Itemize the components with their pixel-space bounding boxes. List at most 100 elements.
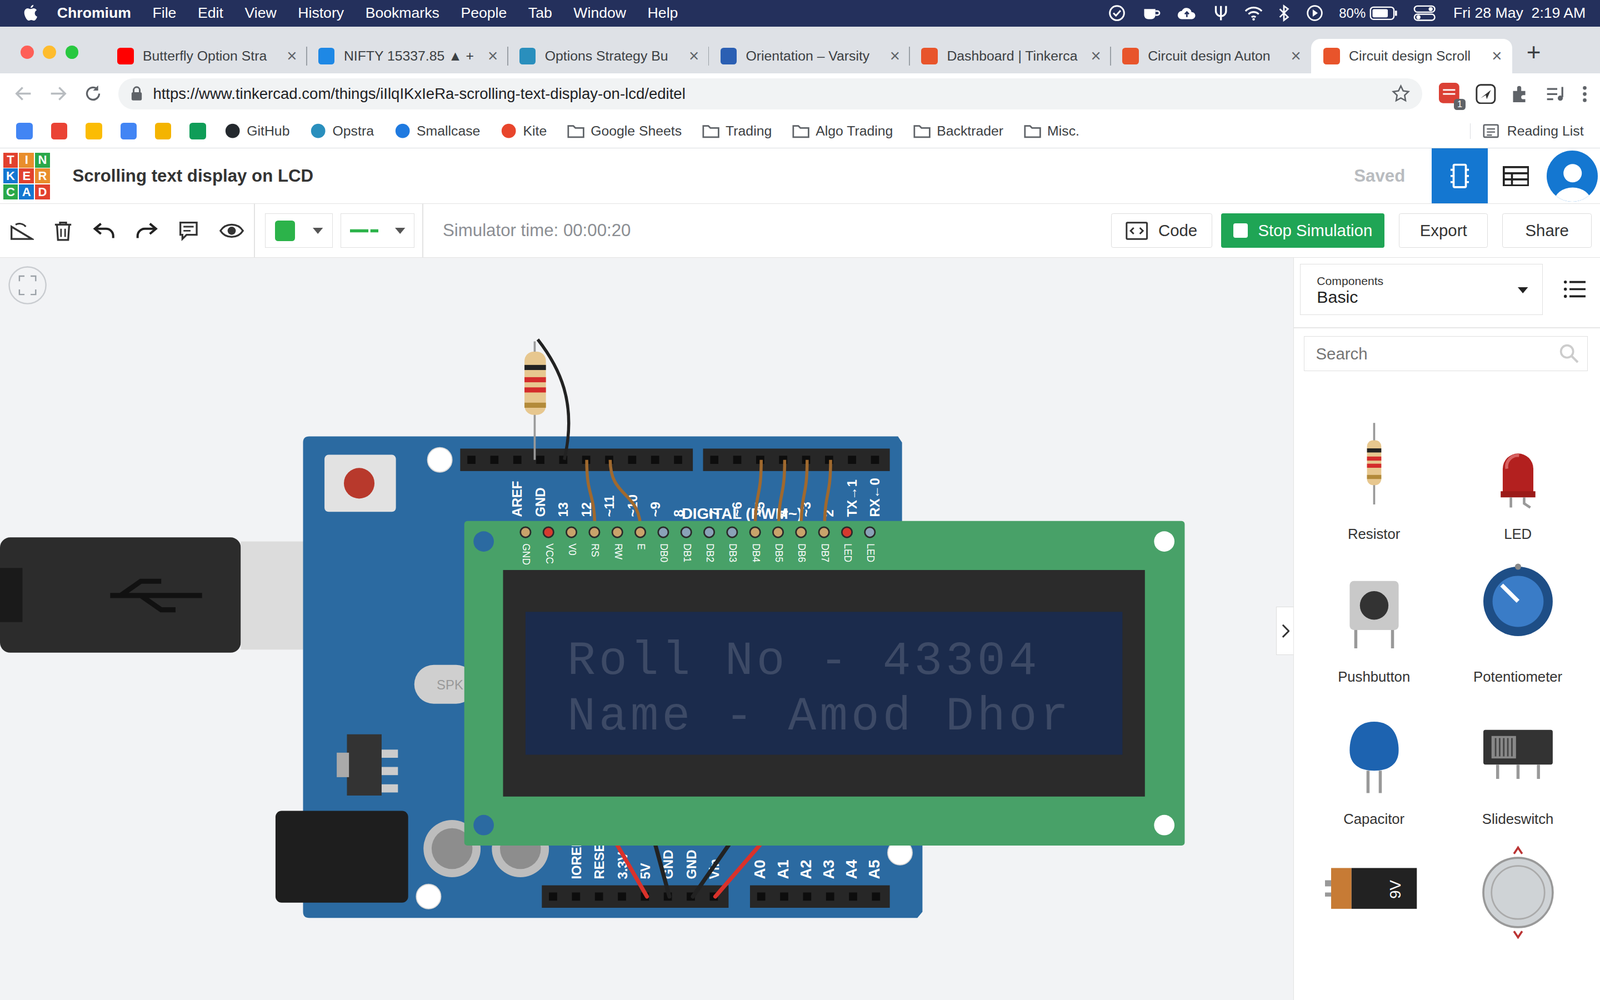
fork-icon[interactable]	[1212, 3, 1229, 23]
app-shortcut-icon[interactable]	[51, 122, 68, 139]
search-box[interactable]	[1303, 336, 1588, 371]
bookmark[interactable]: GitHub	[224, 122, 290, 139]
check-icon[interactable]	[1107, 3, 1127, 23]
bookmark[interactable]: Trading	[702, 123, 772, 139]
app-menu[interactable]: Chromium	[57, 4, 132, 22]
reset-button[interactable]	[324, 454, 397, 512]
menu-item[interactable]: Help	[647, 4, 679, 22]
lcd-pin[interactable]	[750, 527, 760, 538]
component-item[interactable]: Resistor	[1302, 417, 1447, 543]
app-shortcut-icon[interactable]	[85, 122, 102, 139]
lcd-pin[interactable]	[681, 527, 692, 538]
stop-simulation-button[interactable]: Stop Simulation	[1221, 213, 1385, 248]
app-shortcut-icon[interactable]	[16, 122, 33, 139]
app-shortcut-icon[interactable]	[189, 122, 206, 139]
category-dropdown[interactable]: ComponentsBasic	[1300, 263, 1543, 315]
bluetooth-icon[interactable]	[1277, 3, 1290, 23]
cloud-icon[interactable]	[1176, 3, 1198, 23]
undo-icon[interactable]	[92, 221, 115, 240]
notes-icon[interactable]	[178, 220, 199, 242]
bookmark[interactable]: Google Sheets	[567, 123, 682, 139]
menu-dots-icon[interactable]	[1581, 83, 1588, 105]
circuit-canvas[interactable]: SPKAREFGND1312~11~10~987~6~54~32TX→1RX←0…	[0, 257, 1294, 1000]
tab-close[interactable]: ×	[1091, 46, 1102, 67]
wifi-icon[interactable]	[1244, 5, 1263, 22]
browser-tab[interactable]: Dashboard | Tinkerca×	[908, 38, 1110, 74]
list-view-button[interactable]	[1487, 148, 1544, 204]
tab-close[interactable]: ×	[1291, 46, 1302, 67]
window-control[interactable]	[42, 45, 57, 59]
menu-item[interactable]: File	[152, 4, 177, 22]
search-input[interactable]	[1313, 343, 1559, 365]
design-title[interactable]: Scrolling text display on LCD	[72, 166, 314, 187]
send-icon[interactable]	[1475, 83, 1497, 105]
menu-item[interactable]: Tab	[528, 4, 553, 22]
back-icon[interactable]	[14, 84, 33, 103]
tinkercad-logo[interactable]: TINKERCAD	[3, 152, 50, 200]
component-item[interactable]: Pushbutton	[1302, 560, 1447, 685]
component-item[interactable]	[1446, 845, 1590, 940]
tab-close[interactable]: ×	[1491, 46, 1502, 67]
browser-tab[interactable]: Butterfly Option Stra×	[105, 38, 307, 74]
component-item[interactable]: Capacitor	[1302, 703, 1447, 828]
resistor[interactable]	[524, 351, 547, 415]
bookmark[interactable]: Opstra	[310, 122, 374, 139]
menu-item[interactable]: People	[460, 4, 507, 22]
lcd-pin[interactable]	[635, 527, 645, 538]
apple-icon[interactable]	[22, 3, 39, 23]
circuit-drawing[interactable]: SPKAREFGND1312~11~10~987~6~54~32TX→1RX←0…	[0, 257, 1294, 1000]
browser-tab[interactable]: Circuit design Scroll×	[1311, 38, 1513, 74]
star-icon[interactable]	[1391, 84, 1410, 103]
window-control[interactable]	[65, 45, 79, 59]
fit-view-icon[interactable]	[9, 267, 47, 304]
browser-tab[interactable]: Options Strategy Bu×	[507, 38, 709, 74]
bookmark[interactable]: Misc.	[1023, 123, 1080, 139]
user-avatar[interactable]	[1546, 150, 1598, 202]
bookmark[interactable]: Algo Trading	[792, 123, 893, 139]
collapse-panel-button[interactable]	[1276, 606, 1294, 655]
menu-item[interactable]: Edit	[197, 4, 224, 22]
tab-close[interactable]: ×	[286, 46, 297, 67]
lcd-module[interactable]	[464, 521, 1185, 846]
component-item[interactable]: 9V	[1302, 845, 1447, 940]
menu-item[interactable]: History	[297, 4, 344, 22]
menu-item[interactable]: Bookmarks	[365, 4, 440, 22]
trash-icon[interactable]	[53, 220, 73, 242]
bookmark[interactable]: Backtrader	[913, 123, 1004, 139]
url[interactable]: https://www.tinkercad.com/things/iIlqIKx…	[152, 85, 1382, 103]
window-control[interactable]	[20, 45, 34, 59]
lcd-pin[interactable]	[566, 527, 577, 538]
menu-item[interactable]: Window	[573, 4, 627, 22]
battery-icon[interactable]	[1369, 6, 1398, 21]
extension[interactable]: 1	[1438, 82, 1462, 105]
cup-icon[interactable]	[1141, 3, 1162, 23]
eye-icon[interactable]	[219, 220, 244, 242]
new-tab-button[interactable]: +	[1526, 38, 1542, 67]
list-icon[interactable]	[1563, 280, 1586, 299]
component-item[interactable]: Slideswitch	[1446, 703, 1590, 828]
app-shortcut-icon[interactable]	[120, 122, 137, 139]
component-item[interactable]: LED	[1446, 417, 1590, 543]
circuit-view-button[interactable]	[1431, 148, 1488, 204]
lcd-pin[interactable]	[658, 527, 669, 538]
bookmark[interactable]: Smallcase	[394, 122, 481, 139]
reading-list[interactable]: Reading List	[1470, 123, 1584, 139]
lcd-pin[interactable]	[589, 527, 600, 538]
puzzle-icon[interactable]	[1510, 83, 1531, 105]
lcd-pin[interactable]	[703, 527, 714, 538]
menu-item[interactable]: View	[244, 4, 277, 22]
lcd-pin[interactable]	[841, 527, 852, 538]
share-button[interactable]: Share	[1502, 213, 1592, 248]
forward-icon[interactable]	[48, 84, 68, 103]
control-center-icon[interactable]	[1413, 5, 1436, 22]
lcd-pin[interactable]	[520, 527, 531, 538]
reload-icon[interactable]	[83, 84, 103, 103]
tab-close[interactable]: ×	[487, 46, 498, 67]
lcd-pin[interactable]	[772, 527, 783, 538]
lcd-pin[interactable]	[612, 527, 623, 538]
lcd-pin[interactable]	[543, 527, 554, 538]
play-icon[interactable]	[1305, 3, 1324, 23]
code-button[interactable]: Code	[1111, 213, 1213, 248]
export-button[interactable]: Export	[1398, 213, 1488, 248]
wire-type-picker[interactable]	[340, 213, 414, 248]
